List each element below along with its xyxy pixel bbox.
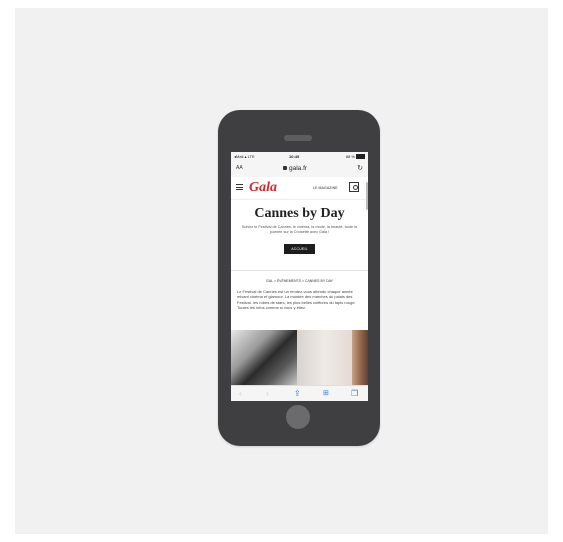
hamburger-menu-icon[interactable] xyxy=(236,184,243,192)
share-icon[interactable]: ⇪ xyxy=(294,389,301,398)
breadcrumb[interactable]: GAL > ÉVÉNEMENTS > CANNES BY DAY xyxy=(231,279,368,283)
battery-status: 88 % xyxy=(346,152,365,161)
account-icon[interactable] xyxy=(349,182,359,192)
phone-screen: ◂Mail ▴ LTE 10:49 88 % AA gala.fr ↻ Gala… xyxy=(231,152,368,401)
network-label: LTE xyxy=(247,154,255,159)
photo-light-background xyxy=(297,330,352,385)
bookmarks-icon[interactable]: ⊞ xyxy=(323,389,329,397)
magazine-link[interactable]: LE MAGAZINE xyxy=(313,186,338,190)
accueil-button[interactable]: ACCUEIL xyxy=(284,244,315,254)
battery-label: 88 % xyxy=(345,154,355,159)
article-photo[interactable] xyxy=(231,330,368,385)
url-text: gala.fr xyxy=(289,165,308,172)
divider xyxy=(231,270,368,271)
phone-speaker xyxy=(284,135,312,141)
text-size-button[interactable]: AA xyxy=(236,165,243,171)
page-subtitle: Suivez le Festival de Cannes, le cinéma,… xyxy=(241,225,358,234)
carrier-label: Mail xyxy=(236,154,244,159)
back-icon[interactable]: ‹ xyxy=(239,389,242,398)
tabs-icon[interactable]: ❐ xyxy=(351,389,358,398)
lock-icon xyxy=(283,166,287,171)
home-button[interactable] xyxy=(286,405,310,429)
photo-hair-detail xyxy=(352,330,368,385)
status-time: 10:49 xyxy=(289,154,300,159)
hero-section: Cannes by Day Suivez le Festival de Cann… xyxy=(231,202,368,255)
gala-logo[interactable]: Gala xyxy=(249,180,277,196)
browser-toolbar: ‹ › ⇪ ⊞ ❐ xyxy=(231,385,368,401)
reload-icon[interactable]: ↻ xyxy=(357,164,363,172)
status-bar: ◂Mail ▴ LTE 10:49 88 % xyxy=(231,152,368,161)
site-header: Gala LE MAGAZINE xyxy=(231,177,368,200)
carrier-signal: ◂Mail ▴ LTE xyxy=(234,154,255,159)
intro-paragraph: Le Festival de Cannes est un rendez-vous… xyxy=(237,289,356,311)
forward-icon[interactable]: › xyxy=(266,389,269,398)
photo-bw-portrait xyxy=(231,330,297,385)
address-bar[interactable]: AA gala.fr ↻ xyxy=(231,161,368,178)
battery-icon xyxy=(356,154,365,160)
page-title: Cannes by Day xyxy=(254,206,345,221)
url-field[interactable]: gala.fr xyxy=(283,165,307,172)
